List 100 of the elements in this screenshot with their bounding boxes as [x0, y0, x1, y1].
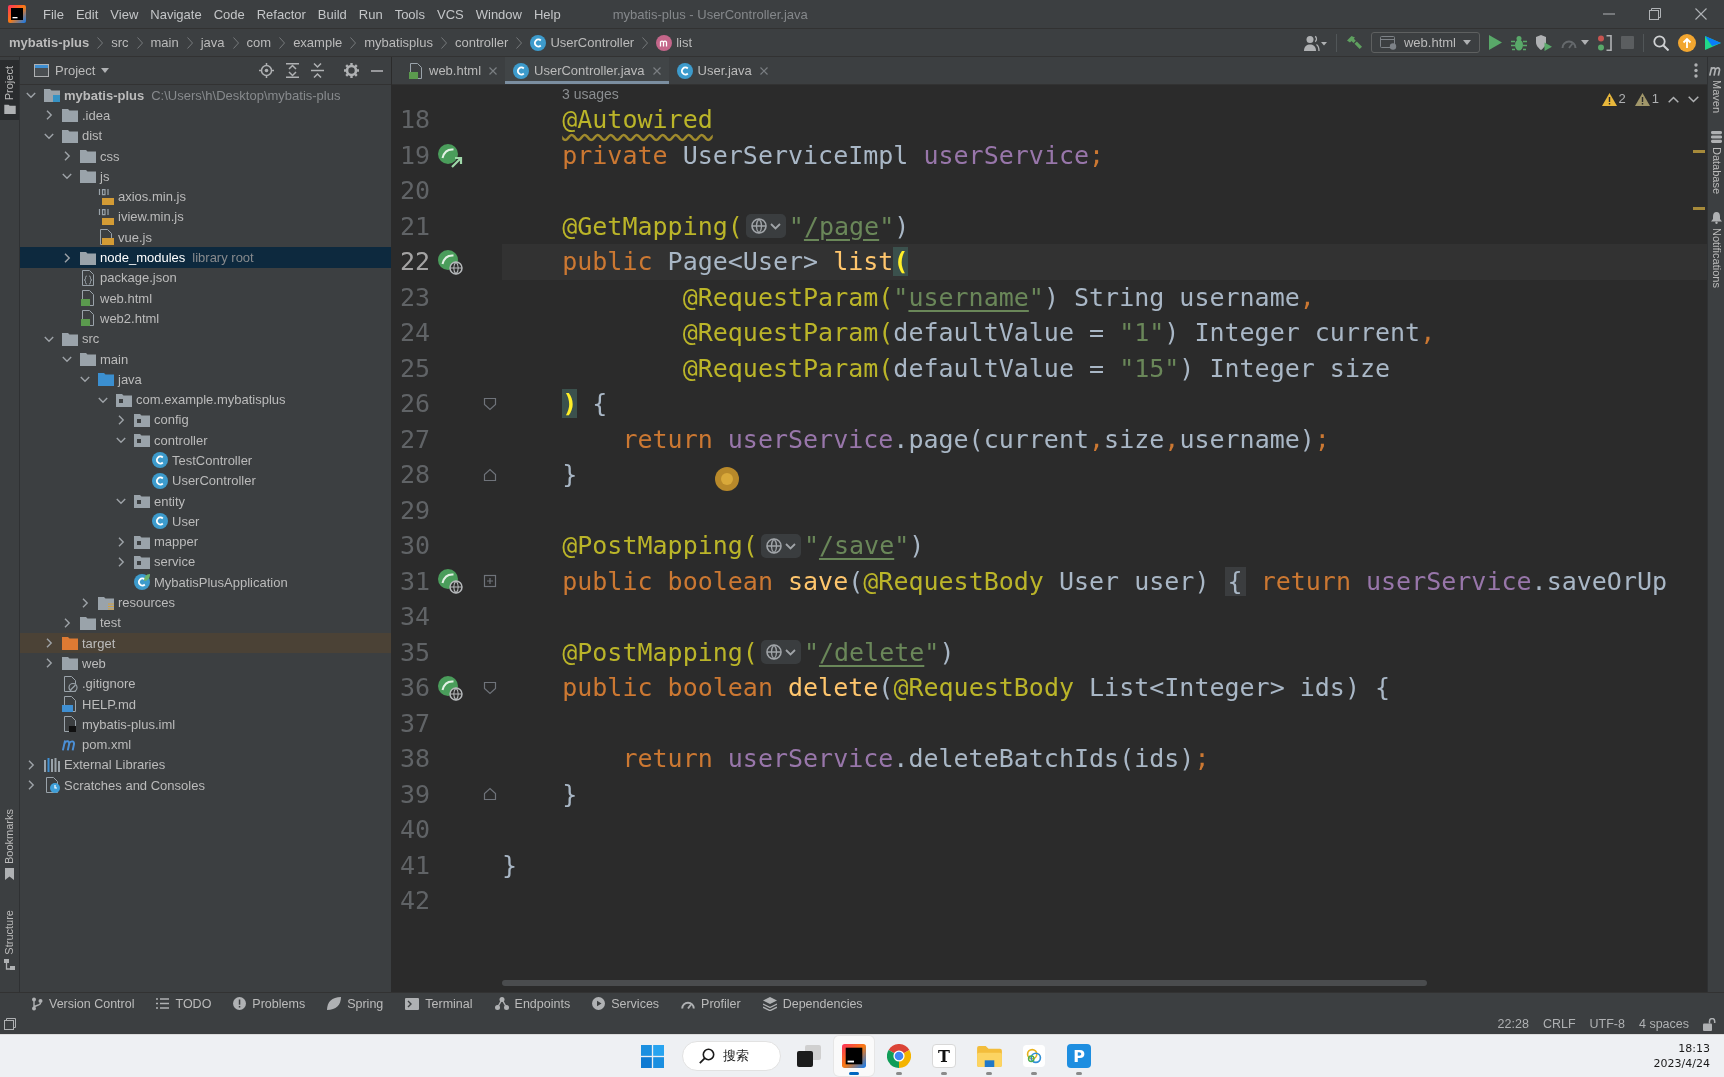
warnings-counter[interactable]: 2: [1601, 92, 1626, 106]
tool-window-button[interactable]: Dependencies: [761, 993, 864, 1014]
tree-item-label[interactable]: Scratches and Consoles: [64, 777, 205, 793]
tree-item-label[interactable]: .gitignore: [82, 676, 136, 692]
tree-item-label[interactable]: java: [118, 371, 142, 387]
tool-window-button[interactable]: Endpoints: [493, 993, 572, 1014]
chevron-right-icon[interactable]: [62, 252, 72, 263]
tree-item-label[interactable]: main: [100, 351, 129, 367]
minimize-icon[interactable]: [371, 69, 383, 72]
breadcrumb-item[interactable]: example: [293, 35, 343, 50]
chevron-right-icon[interactable]: [26, 780, 36, 791]
tool-window-button[interactable]: Services: [591, 993, 661, 1014]
tree-item-label[interactable]: pom.xml: [82, 737, 132, 753]
person-dropdown-icon[interactable]: [1303, 34, 1327, 51]
fold-plus-icon[interactable]: [483, 574, 497, 589]
close-icon[interactable]: [759, 66, 768, 75]
tree-item-label[interactable]: UserController: [172, 473, 256, 489]
more-vertical-icon[interactable]: [1694, 63, 1698, 78]
tool-window-button[interactable]: Maven: [1708, 66, 1724, 114]
stacked-windows-icon[interactable]: [797, 1045, 821, 1067]
tree-item-label[interactable]: config: [154, 412, 189, 428]
tool-window-button[interactable]: Terminal: [404, 993, 474, 1014]
menu-item[interactable]: Edit: [69, 6, 105, 22]
breadcrumb-item[interactable]: mybatisplus: [364, 35, 433, 50]
fold-end-icon[interactable]: [483, 467, 497, 482]
chevron-right-icon[interactable]: [116, 536, 126, 547]
menu-item[interactable]: Help: [527, 6, 567, 22]
menu-item[interactable]: Run: [352, 6, 389, 22]
tool-window-button[interactable]: Bookmarks: [0, 803, 19, 887]
chevron-right-icon[interactable]: [62, 151, 72, 162]
breadcrumb-item[interactable]: java: [200, 35, 225, 50]
menu-item[interactable]: Window: [469, 6, 528, 22]
bean-globe-icon[interactable]: [437, 568, 463, 595]
bean-globe-icon[interactable]: [437, 248, 463, 275]
breadcrumb-item[interactable]: mybatis-plus: [9, 35, 90, 50]
chevron-down-icon[interactable]: [62, 354, 72, 364]
menu-item[interactable]: View: [104, 6, 145, 22]
tree-row[interactable]: target: [20, 633, 391, 654]
chevron-up-icon[interactable]: [1668, 95, 1679, 103]
dots-bracket-icon[interactable]: [1598, 34, 1612, 51]
update-icon[interactable]: [1678, 33, 1696, 52]
search-button[interactable]: 搜索: [682, 1041, 781, 1071]
restore-icon[interactable]: [1649, 8, 1661, 20]
chevron-down-icon[interactable]: [80, 374, 90, 385]
chevron-down-icon[interactable]: [1688, 95, 1699, 103]
tree-item-label[interactable]: TestController: [172, 453, 253, 468]
menu-item[interactable]: Tools: [388, 6, 431, 22]
weak-warnings-counter[interactable]: 1: [1634, 92, 1659, 106]
tree-item-label[interactable]: mybatis-plus.iml: [82, 716, 176, 732]
menu-item[interactable]: Navigate: [144, 6, 208, 22]
menu-item[interactable]: File: [37, 6, 70, 22]
close-icon[interactable]: [489, 66, 498, 75]
tree-item-label[interactable]: mapper: [154, 534, 199, 550]
close-icon[interactable]: [1695, 8, 1707, 20]
hammer-icon[interactable]: [1345, 34, 1362, 51]
indent-setting[interactable]: 4 spaces: [1638, 1017, 1689, 1031]
tree-item-label[interactable]: service: [154, 554, 196, 570]
file-encoding[interactable]: UTF-8: [1589, 1017, 1625, 1031]
breadcrumb-item[interactable]: com: [246, 35, 272, 50]
menu-item[interactable]: VCS: [431, 6, 470, 22]
breadcrumb-item[interactable]: UserController: [530, 34, 635, 51]
chevron-right-icon[interactable]: [116, 414, 126, 425]
scrollbar-thumb[interactable]: [502, 980, 1427, 986]
collapse-all-icon[interactable]: [311, 63, 324, 78]
tree-item-label[interactable]: css: [100, 148, 120, 164]
chevron-right-icon[interactable]: [80, 597, 90, 608]
tree-item-label[interactable]: MybatisPlusApplication: [154, 574, 288, 590]
fold-end-icon[interactable]: [483, 787, 497, 802]
globe-chevron-icon[interactable]: [760, 533, 801, 558]
menu-item[interactable]: Build: [311, 6, 353, 22]
tree-item-label[interactable]: node_modules: [100, 250, 186, 265]
taskbar-button[interactable]: P: [1059, 1036, 1099, 1076]
breadcrumb-item[interactable]: src: [111, 35, 129, 50]
tool-window-button[interactable]: Problems: [232, 993, 307, 1014]
clock-date[interactable]: 2023/4/24: [1653, 1056, 1710, 1071]
editor-tab[interactable]: web.html: [400, 57, 506, 84]
panel-toggle-icon[interactable]: [4, 1018, 16, 1030]
chevron-down-icon[interactable]: [116, 496, 126, 507]
tool-window-button[interactable]: Version Control: [30, 993, 136, 1014]
tool-window-button[interactable]: Project: [0, 60, 19, 121]
tree-item-label[interactable]: iview.min.js: [118, 209, 184, 225]
tree-item-label[interactable]: test: [100, 615, 121, 631]
globe-chevron-icon[interactable]: [745, 214, 786, 239]
bean-arrow-icon[interactable]: [437, 142, 463, 169]
chevron-down-icon[interactable]: [62, 171, 72, 182]
tree-item-label[interactable]: com.example.mybatisplus: [136, 392, 286, 408]
clock-time[interactable]: 18:13: [1678, 1041, 1710, 1056]
tree-item-label[interactable]: web2.html: [100, 310, 160, 326]
tool-window-button[interactable]: Database: [1708, 131, 1724, 195]
tree-item-label[interactable]: target: [82, 635, 116, 651]
tree-item-label[interactable]: External Libraries: [64, 757, 166, 773]
tree-row[interactable]: node_modules library root: [20, 247, 391, 268]
tree-item-label[interactable]: mybatis-plus: [64, 87, 145, 103]
chevron-down-icon[interactable]: [26, 90, 36, 101]
project-view-dropdown[interactable]: Project: [34, 63, 110, 78]
search-icon[interactable]: [1653, 34, 1669, 51]
coverage-icon[interactable]: [1536, 34, 1552, 51]
tree-item-label[interactable]: controller: [154, 432, 208, 448]
chevron-down-icon[interactable]: [116, 435, 126, 446]
usages-hint[interactable]: 3 usages: [562, 86, 619, 102]
